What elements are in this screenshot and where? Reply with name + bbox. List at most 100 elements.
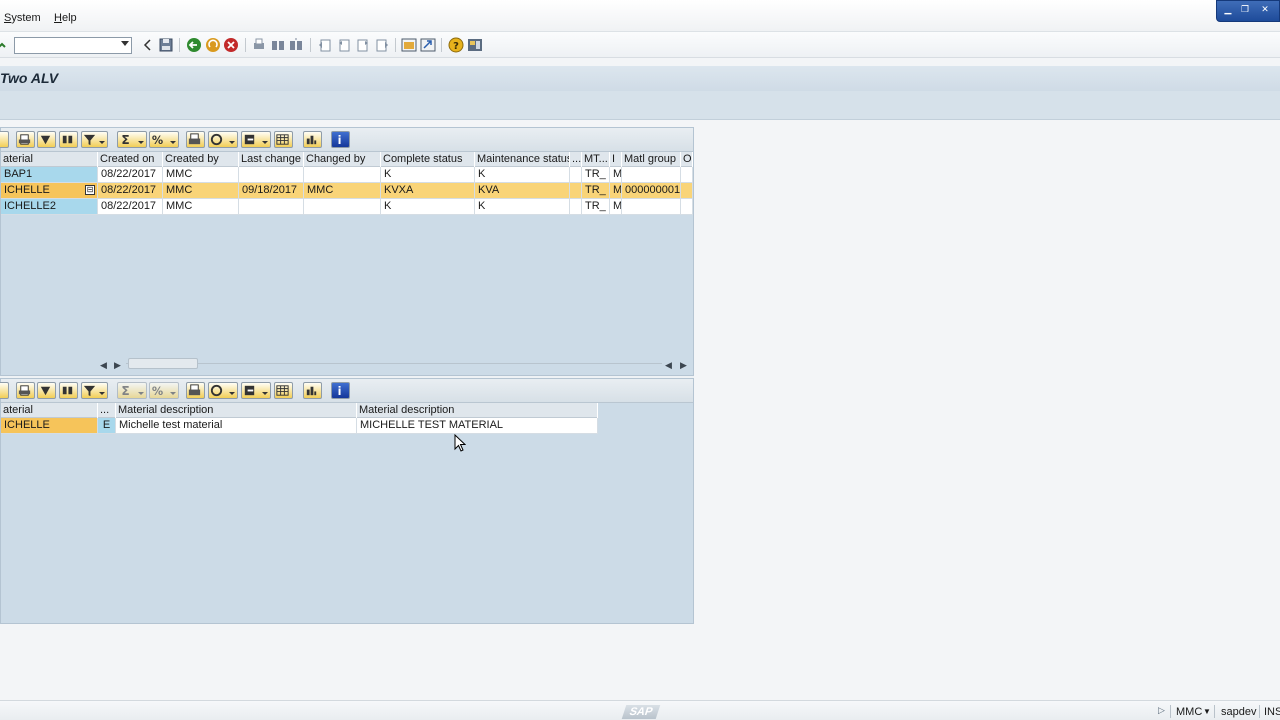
table-row[interactable]: BAP1 08/22/2017 MMC K K TR_ M	[1, 167, 693, 183]
grid-cell[interactable]	[681, 183, 693, 199]
column-header[interactable]: ...	[98, 403, 116, 418]
column-header[interactable]: MT...	[582, 152, 610, 167]
shortcut-icon[interactable]	[420, 37, 436, 53]
grid-cell[interactable]	[570, 167, 582, 183]
filter-button[interactable]	[81, 382, 108, 399]
grid-cell[interactable]: MMC	[163, 199, 239, 215]
grid-cell[interactable]: 08/22/2017	[98, 167, 163, 183]
grid-cell[interactable]: KVXA	[381, 183, 475, 199]
grid-cell[interactable]: MMC	[163, 183, 239, 199]
sort-ascending-button[interactable]	[37, 382, 56, 399]
print-button[interactable]	[186, 382, 205, 399]
grid-cell[interactable]: ICHELLE ⊟	[1, 183, 98, 199]
grid-cell[interactable]: ICHELLE	[1, 418, 98, 434]
grid-cell[interactable]: Michelle test material	[116, 418, 357, 434]
grid-cell[interactable]: K	[475, 167, 570, 183]
scroll-left-icon[interactable]: ◀	[665, 360, 672, 371]
column-header[interactable]: ...	[570, 152, 582, 167]
views-button[interactable]	[208, 382, 238, 399]
grid-cell[interactable]	[239, 167, 304, 183]
grid-cell[interactable]: 09/18/2017	[239, 183, 304, 199]
print-preview-button[interactable]	[16, 131, 35, 148]
column-header[interactable]: Material description	[357, 403, 598, 418]
grid-cell[interactable]: MMC	[304, 183, 381, 199]
grid-cell[interactable]: M	[610, 167, 622, 183]
grid-cell[interactable]: M	[610, 199, 622, 215]
scroll-right-icon[interactable]: ▶	[114, 360, 121, 371]
menu-help[interactable]: Help	[54, 12, 77, 24]
grid-cell[interactable]: TR_	[582, 167, 610, 183]
grid-cell[interactable]: ICHELLE2	[1, 199, 98, 215]
grid-cell[interactable]	[681, 167, 693, 183]
find-button[interactable]	[59, 131, 78, 148]
views-button[interactable]	[208, 131, 238, 148]
exit-icon[interactable]	[205, 37, 221, 53]
chevron-down-icon[interactable]	[121, 41, 129, 46]
grid-cell[interactable]: K	[475, 199, 570, 215]
export-button[interactable]	[241, 131, 271, 148]
first-page-icon[interactable]	[317, 37, 333, 53]
find-icon[interactable]	[270, 37, 286, 53]
menu-system[interactable]: System	[4, 12, 41, 24]
grid-cell[interactable]: E	[98, 418, 116, 434]
graphic-button[interactable]	[303, 382, 322, 399]
layout-grid-button[interactable]	[274, 131, 293, 148]
column-header[interactable]: O	[681, 152, 693, 167]
grid-cell[interactable]: K	[381, 167, 475, 183]
cancel-icon[interactable]	[223, 37, 239, 53]
info-icon[interactable]: i	[331, 382, 350, 399]
previous-page-icon[interactable]	[336, 37, 352, 53]
grid-cell[interactable]: BAP1	[1, 167, 98, 183]
sort-ascending-button[interactable]	[37, 131, 56, 148]
grid-cell[interactable]: K	[381, 199, 475, 215]
green-back-icon[interactable]	[186, 37, 202, 53]
sum-button[interactable]: Σ	[117, 131, 147, 148]
restore-icon[interactable]: ❐	[1239, 4, 1251, 14]
column-header[interactable]: aterial	[1, 152, 98, 167]
grid-cell[interactable]	[304, 167, 381, 183]
details-button[interactable]	[0, 131, 9, 148]
grid-cell[interactable]: 000000001	[622, 183, 681, 199]
grid-cell[interactable]: TR_	[582, 183, 610, 199]
column-header[interactable]: aterial	[1, 403, 98, 418]
grid-cell[interactable]	[239, 199, 304, 215]
print-icon[interactable]	[251, 37, 267, 53]
column-header[interactable]: Complete status	[381, 152, 475, 167]
grid-cell[interactable]: 08/22/2017	[98, 199, 163, 215]
minimize-icon[interactable]: ▁	[1222, 4, 1234, 14]
save-icon[interactable]	[158, 37, 174, 53]
details-button[interactable]	[0, 382, 9, 399]
column-header[interactable]: Matl group	[622, 152, 681, 167]
graphic-button[interactable]	[303, 131, 322, 148]
last-page-icon[interactable]	[374, 37, 390, 53]
info-icon[interactable]: i	[331, 131, 350, 148]
table-row[interactable]: ICHELLE E Michelle test material MICHELL…	[1, 418, 598, 434]
column-header[interactable]: Maintenance status	[475, 152, 570, 167]
find-next-icon[interactable]	[288, 37, 304, 53]
next-page-icon[interactable]	[355, 37, 371, 53]
print-preview-button[interactable]	[16, 382, 35, 399]
table-row-selected[interactable]: ICHELLE ⊟ 08/22/2017 MMC 09/18/2017 MMC …	[1, 183, 693, 199]
grid-cell[interactable]	[570, 199, 582, 215]
layout-grid-button[interactable]	[274, 382, 293, 399]
grid-cell[interactable]	[681, 199, 693, 215]
export-button[interactable]	[241, 382, 271, 399]
sum-button[interactable]: Σ	[117, 382, 147, 399]
grid-cell[interactable]: 08/22/2017	[98, 183, 163, 199]
horizontal-scrollbar[interactable]: ◀ ▶ ◀ ▶	[96, 358, 692, 372]
find-button[interactable]	[59, 382, 78, 399]
grid-cell[interactable]	[304, 199, 381, 215]
column-header[interactable]: Last change	[239, 152, 304, 167]
column-header[interactable]: Created on	[98, 152, 163, 167]
help-icon[interactable]: ?	[448, 37, 464, 53]
command-field[interactable]	[14, 37, 132, 54]
back-nav-icon[interactable]	[140, 37, 156, 53]
column-header[interactable]: I	[610, 152, 622, 167]
table-row[interactable]: ICHELLE2 08/22/2017 MMC K K TR_ M	[1, 199, 693, 215]
grid-cell[interactable]	[622, 167, 681, 183]
scroll-right-icon[interactable]: ▶	[680, 360, 687, 371]
close-icon[interactable]: ✕	[1259, 4, 1271, 14]
status-expand-icon[interactable]: ▷	[1158, 705, 1165, 716]
subtotal-button[interactable]: %	[149, 382, 179, 399]
grid-cell[interactable]	[622, 199, 681, 215]
